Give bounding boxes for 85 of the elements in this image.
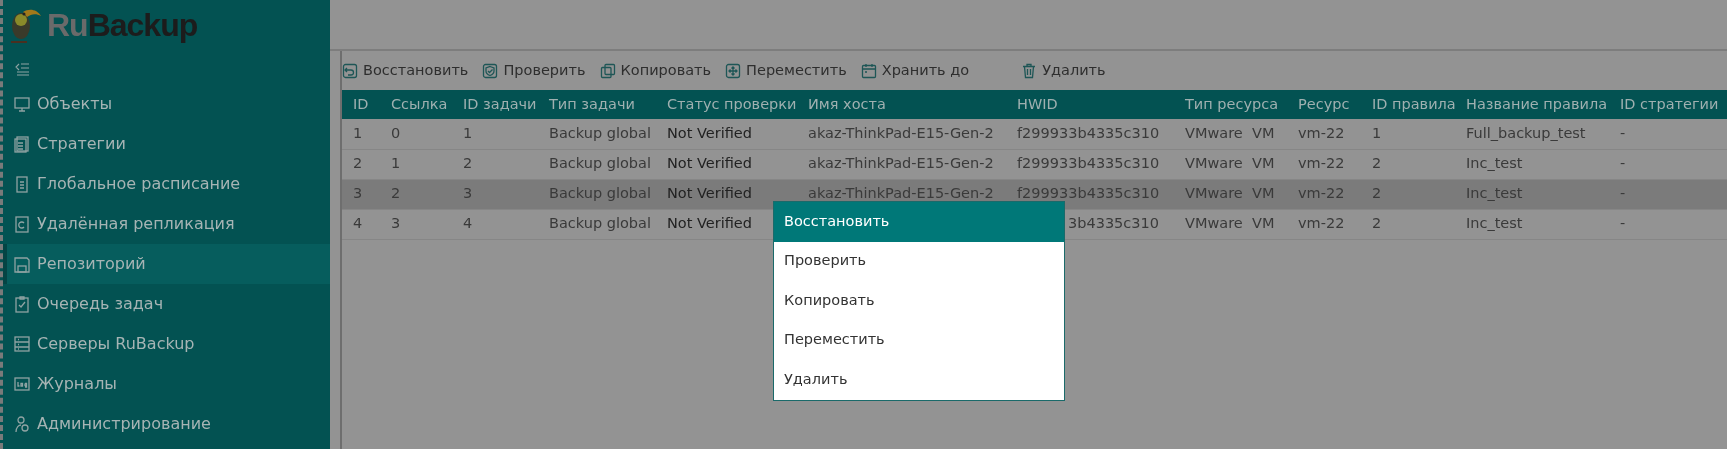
table-cell: Inc_test	[1455, 149, 1609, 179]
table-cell: 3	[342, 179, 380, 209]
table-cell: VMware VM	[1174, 179, 1287, 209]
table-cell: vm-22	[1287, 179, 1361, 209]
table-cell: 4	[452, 209, 538, 239]
collapse-menu-icon[interactable]	[15, 62, 29, 76]
sidebar-item[interactable]: Удалённая репликация	[3, 204, 330, 244]
monitor-icon	[13, 94, 31, 114]
table-cell: 1	[1361, 119, 1455, 149]
sidebar-item[interactable]: Серверы RuBackup	[3, 324, 330, 364]
table-cell: -	[1609, 209, 1727, 239]
table-cell: 2	[342, 149, 380, 179]
sidebar-item[interactable]: Глобальное расписание	[3, 164, 330, 204]
table-cell: -	[1609, 179, 1727, 209]
table-cell: 1	[342, 119, 380, 149]
table-cell: Backup global	[538, 179, 656, 209]
sidebar-item[interactable]: Очередь задач	[3, 284, 330, 324]
toolbar-button[interactable]: Проверить	[482, 60, 594, 82]
column-header[interactable]: HWID	[1006, 90, 1174, 119]
clipboard-icon	[13, 294, 31, 314]
table-cell: 2	[1361, 149, 1455, 179]
table-cell: 3	[452, 179, 538, 209]
table-cell: Not Verified	[656, 149, 797, 179]
table-cell: 1	[452, 119, 538, 149]
move-icon	[725, 63, 742, 79]
toolbar-button[interactable]: Копировать	[599, 60, 720, 82]
shield-check-icon	[482, 63, 499, 79]
table-cell: VMware VM	[1174, 209, 1287, 239]
table-cell: -	[1609, 119, 1727, 149]
column-header[interactable]: ID	[342, 90, 380, 119]
table-cell: vm-22	[1287, 119, 1361, 149]
calendar-icon	[860, 63, 877, 79]
document-icon	[13, 214, 31, 234]
table-cell: VMware VM	[1174, 149, 1287, 179]
table-cell: 3	[380, 209, 452, 239]
log-icon	[13, 374, 31, 394]
server-icon	[13, 334, 31, 354]
trash-icon	[1021, 63, 1038, 79]
sidebar-item[interactable]: Объекты	[3, 84, 330, 124]
table-cell: 4	[342, 209, 380, 239]
document-icon	[13, 134, 31, 154]
column-header[interactable]: Ресурс	[1287, 90, 1361, 119]
table-cell: 2	[1361, 179, 1455, 209]
table-cell: Full_backup_test	[1455, 119, 1609, 149]
toolbar-button[interactable]: Переместить	[725, 60, 855, 82]
table-cell: 2	[380, 179, 452, 209]
document-icon	[13, 174, 31, 194]
table-cell: 2	[452, 149, 538, 179]
sidebar-item[interactable]: Администрирование	[3, 404, 330, 444]
column-header[interactable]: ID правила	[1361, 90, 1455, 119]
column-header[interactable]: Тип задачи	[538, 90, 656, 119]
table-cell: Backup global	[538, 119, 656, 149]
table-cell: f299933b4335c310	[1006, 149, 1174, 179]
table-cell: Inc_test	[1455, 209, 1609, 239]
table-cell: vm-22	[1287, 149, 1361, 179]
table-cell: Backup global	[538, 149, 656, 179]
column-header[interactable]: Тип ресурса	[1174, 90, 1287, 119]
column-header[interactable]: Ссылка	[380, 90, 452, 119]
toolbar-button[interactable]: Хранить до	[860, 60, 978, 82]
column-header[interactable]: Статус проверки	[656, 90, 797, 119]
user-gear-icon	[13, 414, 31, 434]
sidebar-item[interactable]: Стратегии	[3, 124, 330, 164]
table-cell: akaz-ThinkPad-E15-Gen-2	[797, 119, 1006, 149]
column-header[interactable]: Имя хоста	[797, 90, 1006, 119]
column-header[interactable]: Название правила	[1455, 90, 1609, 119]
column-header[interactable]: ID задачи	[452, 90, 538, 119]
copy-icon	[599, 63, 616, 79]
undo-icon	[342, 63, 358, 79]
table-cell: 0	[380, 119, 452, 149]
table-cell: 1	[380, 149, 452, 179]
toolbar-button[interactable]: Удалить	[1021, 60, 1114, 82]
table-cell: VMware VM	[1174, 119, 1287, 149]
table-cell: Inc_test	[1455, 179, 1609, 209]
column-header[interactable]: ID стратегии	[1609, 90, 1727, 119]
toolbar-button[interactable]: Восстановить	[342, 60, 477, 82]
table-cell: akaz-ThinkPad-E15-Gen-2	[797, 149, 1006, 179]
menu-item[interactable]: Восстановить	[774, 202, 1064, 242]
table-cell: Not Verified	[656, 119, 797, 149]
table-cell: -	[1609, 149, 1727, 179]
table-cell: f299933b4335c310	[1006, 119, 1174, 149]
table-cell: Backup global	[538, 209, 656, 239]
sidebar-item[interactable]: Журналы	[3, 364, 330, 404]
table-cell: 2	[1361, 209, 1455, 239]
sidebar-item[interactable]: Репозиторий	[3, 244, 330, 284]
table-cell: vm-22	[1287, 209, 1361, 239]
